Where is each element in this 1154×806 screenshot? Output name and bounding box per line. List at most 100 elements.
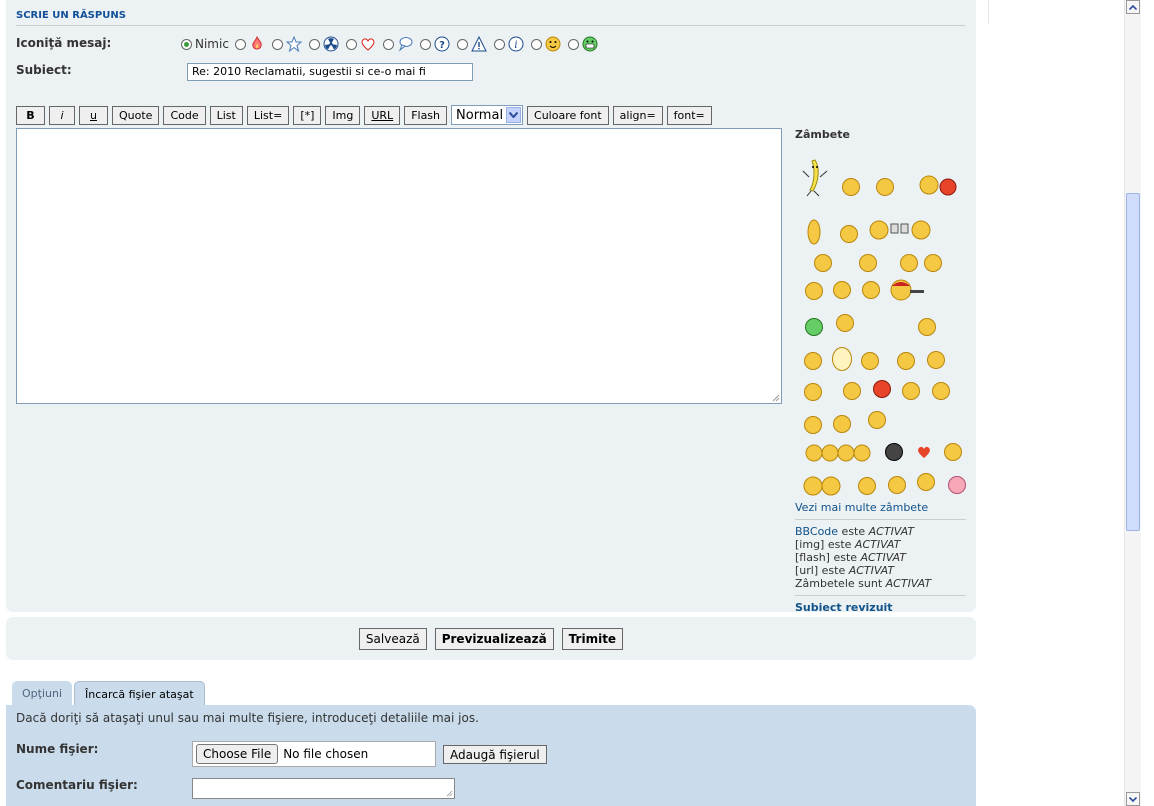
post-form-panel: Scrie un răspuns Iconiţă mesaj: Nimic ? … xyxy=(6,0,976,614)
icon-radio-smiley[interactable] xyxy=(530,38,542,50)
heart-smiley-icon[interactable] xyxy=(915,444,933,460)
idea-smiley-icon[interactable] xyxy=(858,477,876,495)
font-color-button[interactable]: Culoare font xyxy=(527,105,609,125)
sick-smiley-icon[interactable] xyxy=(805,318,823,336)
pirate-smiley-icon[interactable] xyxy=(890,278,926,302)
bbcode-link[interactable]: BBCode xyxy=(795,525,838,538)
boxing-smiley-icon[interactable] xyxy=(919,173,959,197)
icon-radio-star[interactable] xyxy=(271,38,283,50)
ninja-smiley-icon[interactable] xyxy=(885,443,903,461)
list-item-button[interactable]: [*] xyxy=(293,105,322,125)
tab-options[interactable]: Opţiuni xyxy=(12,681,73,705)
grin-icon xyxy=(582,36,598,52)
grumpy-smiley-icon[interactable] xyxy=(843,382,861,400)
thinking-smiley-icon[interactable] xyxy=(859,254,877,272)
ordered-list-button[interactable]: List= xyxy=(246,105,290,125)
flash-status-value: ACTIVAT xyxy=(860,551,906,564)
quote-button[interactable]: Quote xyxy=(112,105,160,125)
laugh-smiley-icon[interactable] xyxy=(944,443,962,461)
confused-smiley-icon[interactable] xyxy=(804,416,822,434)
bbcode-toolbar: B i u Quote Code List List= [*] Img URL … xyxy=(16,105,712,125)
file-comment-input[interactable] xyxy=(192,778,455,799)
neutral-smiley-icon[interactable] xyxy=(927,351,945,369)
resize-grip-icon[interactable] xyxy=(772,394,780,402)
icon-radio-info[interactable] xyxy=(493,38,505,50)
icon-radio-grin[interactable] xyxy=(567,38,579,50)
lamp-smiley-icon[interactable] xyxy=(836,314,854,332)
wave-flag-smiley-icon[interactable] xyxy=(917,473,935,491)
icon-radio-warning[interactable] xyxy=(456,38,468,50)
pointing-smiley-icon[interactable] xyxy=(900,254,918,272)
angry-smiley-icon[interactable] xyxy=(842,178,860,196)
cyclops-smiley-icon[interactable] xyxy=(902,382,920,400)
align-button[interactable]: align= xyxy=(612,105,663,125)
shocked-smiley-icon[interactable] xyxy=(832,347,852,371)
tab-upload-attachment[interactable]: Încarcă fişier ataşat xyxy=(74,681,205,706)
italic-button[interactable]: i xyxy=(49,105,75,125)
worried-smiley-icon[interactable] xyxy=(862,281,880,299)
scroll-up-button[interactable] xyxy=(1126,0,1140,14)
subject-input[interactable]: Re: 2010 Reclamatii, sugestii si ce-o ma… xyxy=(187,63,473,81)
more-smileys-link[interactable]: Vezi mai multe zâmbete xyxy=(795,501,966,514)
pig-smiley-icon[interactable] xyxy=(948,476,966,494)
blush-smiley-icon[interactable] xyxy=(805,282,823,300)
happy-smiley-icon[interactable] xyxy=(833,415,851,433)
img-button[interactable]: Img xyxy=(325,105,361,125)
flower-smiley-icon[interactable] xyxy=(804,383,822,401)
heart-icon xyxy=(361,38,375,51)
file-comment-label: Comentariu fişier: xyxy=(16,778,138,792)
underline-button[interactable]: u xyxy=(79,105,108,125)
add-file-button[interactable]: Adaugă fişierul xyxy=(443,745,547,764)
submit-button[interactable]: Trimite xyxy=(561,627,624,650)
flash-button[interactable]: Flash xyxy=(404,105,448,125)
surprised-smiley-icon[interactable] xyxy=(888,476,906,494)
no-smiley-icon[interactable] xyxy=(918,318,936,336)
icon-radio-speech[interactable] xyxy=(382,38,394,50)
devil-smiley-icon[interactable] xyxy=(873,380,891,398)
icon-radio-heart[interactable] xyxy=(345,38,357,50)
code-button[interactable]: Code xyxy=(163,105,206,125)
sad-smiley-icon[interactable] xyxy=(861,352,879,370)
smile-smiley-icon[interactable] xyxy=(804,352,822,370)
icon-radio-question[interactable] xyxy=(419,38,431,50)
radioactive-icon xyxy=(323,36,339,52)
divider xyxy=(795,519,966,520)
orange-smiley-icon[interactable] xyxy=(840,225,858,243)
form-tabs: Opţiuni Încarcă fişier ataşat xyxy=(12,681,205,706)
icon-radio-radioactive[interactable] xyxy=(308,38,320,50)
font-button[interactable]: font= xyxy=(666,105,712,125)
vertical-scrollbar[interactable] xyxy=(1124,0,1141,806)
listening-smiley-icon[interactable] xyxy=(897,352,915,370)
choose-file-button[interactable]: Choose File xyxy=(196,744,279,764)
dancing-banana-icon[interactable] xyxy=(801,157,829,197)
list-button[interactable]: List xyxy=(209,105,243,125)
revised-subject-link[interactable]: Subiect revizuit xyxy=(795,601,966,614)
save-button[interactable]: Salvează xyxy=(358,627,427,650)
winged-smiley-icon[interactable] xyxy=(814,254,832,272)
cheers-smileys-icon[interactable] xyxy=(869,219,931,241)
chevron-up-icon xyxy=(1129,4,1137,10)
icon-radio-none[interactable] xyxy=(181,38,192,50)
section-title: Scrie un răspuns xyxy=(16,10,965,26)
font-size-select[interactable]: Normal xyxy=(451,105,524,125)
url-button[interactable]: URL xyxy=(364,105,401,125)
bbcode-status-text: este xyxy=(838,525,869,538)
waving-smiley-icon[interactable] xyxy=(876,178,894,196)
two-smileys-icon[interactable] xyxy=(803,476,841,496)
svg-text:i: i xyxy=(514,40,517,51)
tall-smiley-icon[interactable] xyxy=(807,219,821,245)
praying-smiley-icon[interactable] xyxy=(924,254,942,272)
hiding-smiley-icon[interactable] xyxy=(868,411,886,429)
icon-radio-fire[interactable] xyxy=(234,38,246,50)
resize-grip-icon[interactable] xyxy=(446,790,453,797)
group-hug-smileys-icon[interactable] xyxy=(805,443,873,463)
file-input[interactable]: Choose File No file chosen xyxy=(192,741,436,767)
preview-button[interactable]: Previzualizează xyxy=(434,627,554,650)
scroll-thumb[interactable] xyxy=(1126,193,1140,531)
smileys-status-label: Zâmbetele sunt xyxy=(795,577,886,590)
cool-smiley-icon[interactable] xyxy=(932,382,950,400)
grin-smiley-icon[interactable] xyxy=(833,281,851,299)
message-textarea[interactable] xyxy=(16,128,782,404)
bold-button[interactable]: B xyxy=(16,105,45,125)
scroll-down-button[interactable] xyxy=(1126,792,1140,806)
